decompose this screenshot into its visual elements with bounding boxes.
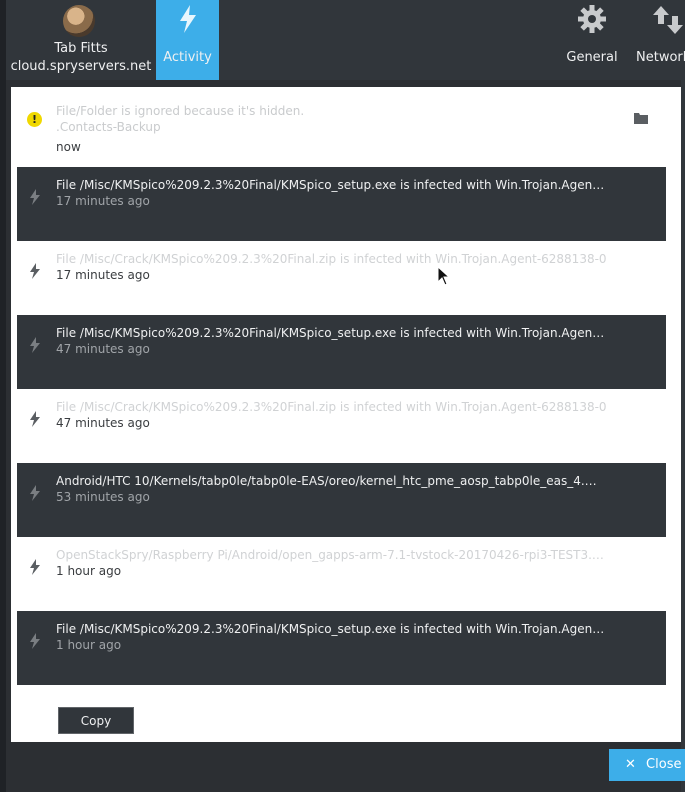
tab-network-label: Network [636,50,685,65]
activity-item[interactable]: File /Misc/KMSpico%209.2.3%20Final/KMSpi… [17,167,666,241]
lightning-icon [29,633,41,652]
activity-time: 53 minutes ago [56,490,150,504]
notice-path: .Contacts-Backup [56,120,161,134]
mouse-cursor-icon [437,265,451,290]
activity-time: 47 minutes ago [56,416,150,430]
notice-message: File/Folder is ignored because it's hidd… [56,104,305,118]
tab-account[interactable]: Tab Fitts cloud.spryservers.net [6,0,156,80]
activity-item[interactable]: File /Misc/Crack/KMSpico%209.2.3%20Final… [17,389,666,463]
activity-title: File /Misc/KMSpico%209.2.3%20Final/KMSpi… [56,178,605,192]
scrollbar-track[interactable] [681,80,685,792]
close-icon: ✕ [625,757,636,772]
close-button[interactable]: ✕ Close [609,749,685,781]
tab-activity[interactable]: Activity [156,0,219,80]
activity-title: File /Misc/KMSpico%209.2.3%20Final/KMSpi… [56,622,605,636]
activity-time: 17 minutes ago [56,268,150,282]
account-name: Tab Fitts [54,41,108,56]
lightning-icon [29,559,41,578]
tab-network[interactable]: Network [630,0,685,80]
activity-title: File /Misc/Crack/KMSpico%209.2.3%20Final… [56,400,607,414]
tab-general[interactable]: General [564,0,620,80]
activity-title: File /Misc/KMSpico%209.2.3%20Final/KMSpi… [56,326,605,340]
activity-item[interactable]: File /Misc/Crack/KMSpico%209.2.3%20Final… [17,241,666,315]
activity-title: File /Misc/Crack/KMSpico%209.2.3%20Final… [56,252,607,266]
lightning-icon [29,485,41,504]
warning-icon: ! [27,112,42,127]
arrows-up-down-icon [652,4,684,40]
activity-item[interactable]: File /Misc/KMSpico%209.2.3%20Final/KMSpi… [17,611,666,685]
folder-icon[interactable] [634,109,648,128]
lightning-icon [29,189,41,208]
notice-time: now [56,140,81,154]
activity-title: Android/HTC 10/Kernels/tabp0le/tabp0le-E… [56,474,597,488]
activity-item[interactable]: OpenStackSpry/Raspberry Pi/Android/open_… [17,537,666,611]
activity-title: OpenStackSpry/Raspberry Pi/Android/open_… [56,548,604,562]
notice-item[interactable]: ! File/Folder is ignored because it's hi… [17,88,666,168]
account-host: cloud.spryservers.net [10,59,152,74]
settings-toolbar: Tab Fitts cloud.spryservers.net Activity [6,0,685,80]
close-button-label: Close [646,757,682,772]
lightning-icon [177,4,199,38]
activity-time: 47 minutes ago [56,342,150,356]
activity-time: 1 hour ago [56,564,122,578]
background-window-edge [0,0,6,792]
activity-time: 1 hour ago [56,638,122,652]
tab-activity-label: Activity [163,50,212,65]
gear-icon [577,4,607,38]
activity-list: File /Misc/KMSpico%209.2.3%20Final/KMSpi… [17,167,666,685]
activity-item[interactable]: Android/HTC 10/Kernels/tabp0le/tabp0le-E… [17,463,666,537]
tab-general-label: General [566,50,618,65]
lightning-icon [29,337,41,356]
avatar [63,5,95,37]
activity-item[interactable]: File /Misc/KMSpico%209.2.3%20Final/KMSpi… [17,315,666,389]
lightning-icon [29,411,41,430]
activity-time: 17 minutes ago [56,194,150,208]
copy-button[interactable]: Copy [58,707,134,734]
lightning-icon [29,263,41,282]
